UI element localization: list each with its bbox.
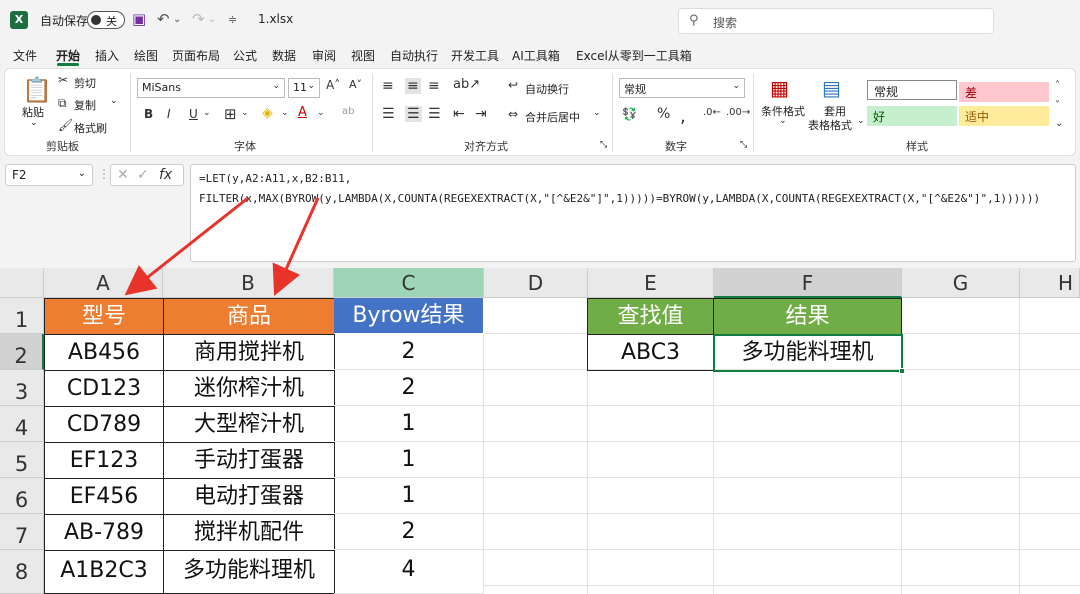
arrow-to-product-column <box>272 197 320 296</box>
annotation-arrows <box>124 196 320 296</box>
arrow-to-type-column <box>124 196 249 296</box>
